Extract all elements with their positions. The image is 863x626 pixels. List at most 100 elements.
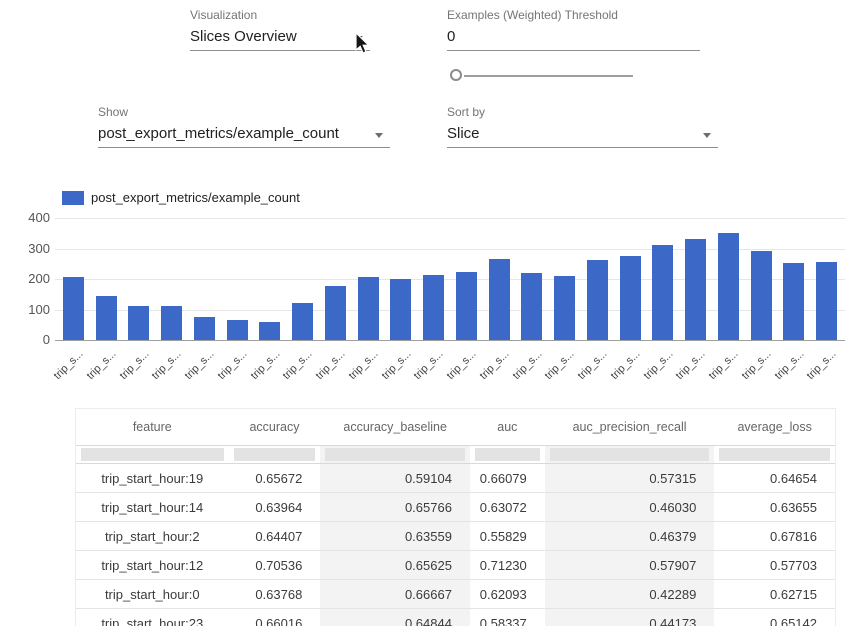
bar[interactable] [620, 256, 641, 340]
bar[interactable] [161, 306, 182, 340]
column-header-accuracy_baseline[interactable]: accuracy_baseline [320, 409, 470, 445]
bar[interactable] [423, 275, 444, 340]
column-header-auc[interactable]: auc [470, 409, 545, 445]
cell-auc_precision_recall: 0.46379 [545, 522, 715, 550]
cell-average_loss: 0.64654 [714, 464, 835, 492]
bar[interactable] [96, 296, 117, 340]
show-label: Show [98, 105, 390, 121]
filter-cell [545, 446, 715, 463]
mouse-cursor [353, 32, 371, 56]
cell-auc: 0.55829 [470, 522, 545, 550]
cell-auc: 0.63072 [470, 493, 545, 521]
cell-auc_precision_recall: 0.42289 [545, 580, 715, 608]
metrics-table: featureaccuracyaccuracy_baselineaucauc_p… [75, 408, 836, 626]
legend-label: post_export_metrics/example_count [91, 190, 300, 205]
threshold-slider[interactable] [450, 68, 635, 84]
bar[interactable] [292, 303, 313, 340]
bar[interactable] [456, 272, 477, 340]
example-count-bar-chart: 0100200300400 trip_s...trip_s...trip_s..… [20, 218, 855, 408]
plot-area [57, 218, 843, 340]
table-header-row: featureaccuracyaccuracy_baselineaucauc_p… [76, 409, 835, 446]
bar[interactable] [63, 277, 84, 340]
cell-average_loss: 0.65142 [714, 609, 835, 626]
y-axis-tick: 200 [18, 271, 50, 287]
table-row: trip_start_hour:230.660160.648440.583370… [76, 609, 835, 626]
cell-average_loss: 0.57703 [714, 551, 835, 579]
bar[interactable] [521, 273, 542, 340]
table-row: trip_start_hour:120.705360.656250.712300… [76, 551, 835, 580]
cell-accuracy: 0.65672 [229, 464, 321, 492]
bar[interactable] [816, 262, 837, 340]
column-header-auc_precision_recall[interactable]: auc_precision_recall [545, 409, 715, 445]
bar[interactable] [325, 286, 346, 340]
sort-by-control: Sort by Slice [447, 105, 718, 148]
table-row: trip_start_hour:190.656720.591040.660790… [76, 464, 835, 493]
cell-feature: trip_start_hour:0 [76, 580, 229, 608]
table-filter-row [76, 446, 835, 464]
cell-accuracy: 0.63768 [229, 580, 321, 608]
filter-input-feature[interactable] [81, 448, 224, 461]
y-axis-tick: 0 [18, 332, 50, 348]
filter-input-accuracy_baseline[interactable] [325, 448, 465, 461]
cell-accuracy_baseline: 0.65625 [320, 551, 470, 579]
cell-auc_precision_recall: 0.44173 [545, 609, 715, 626]
table-row: trip_start_hour:140.639640.657660.630720… [76, 493, 835, 522]
gridline [55, 218, 845, 219]
chart-legend: post_export_metrics/example_count [62, 190, 300, 205]
filter-input-accuracy[interactable] [234, 448, 316, 461]
bar[interactable] [685, 239, 706, 340]
bar[interactable] [783, 263, 804, 340]
sort-by-label: Sort by [447, 105, 718, 121]
filter-input-auc_precision_recall[interactable] [550, 448, 710, 461]
sort-by-value: Slice [447, 125, 480, 142]
cell-feature: trip_start_hour:2 [76, 522, 229, 550]
slider-knob[interactable] [450, 69, 462, 81]
bar[interactable] [554, 276, 575, 340]
chevron-down-icon[interactable] [703, 133, 711, 138]
column-header-accuracy[interactable]: accuracy [229, 409, 321, 445]
sort-by-dropdown[interactable]: Slice [447, 121, 718, 148]
bar[interactable] [587, 260, 608, 340]
cell-feature: trip_start_hour:23 [76, 609, 229, 626]
cell-accuracy: 0.64407 [229, 522, 321, 550]
filter-cell [470, 446, 545, 463]
threshold-input[interactable]: 0 [447, 24, 700, 51]
table-row: trip_start_hour:20.644070.635590.558290.… [76, 522, 835, 551]
table-body: trip_start_hour:190.656720.591040.660790… [76, 464, 835, 626]
bar[interactable] [652, 245, 673, 340]
cell-accuracy_baseline: 0.59104 [320, 464, 470, 492]
y-axis-tick: 400 [18, 210, 50, 226]
bar[interactable] [489, 259, 510, 340]
x-axis-line [55, 340, 845, 341]
filter-cell [76, 446, 229, 463]
column-header-average_loss[interactable]: average_loss [714, 409, 835, 445]
column-header-feature[interactable]: feature [76, 409, 229, 445]
cell-auc: 0.66079 [470, 464, 545, 492]
cell-accuracy_baseline: 0.64844 [320, 609, 470, 626]
cell-accuracy_baseline: 0.65766 [320, 493, 470, 521]
visualization-dropdown[interactable]: Slices Overview [190, 24, 370, 51]
bar[interactable] [358, 277, 379, 340]
threshold-label: Examples (Weighted) Threshold [447, 8, 700, 24]
bar[interactable] [718, 233, 739, 340]
y-axis-tick: 300 [18, 241, 50, 257]
cell-accuracy: 0.63964 [229, 493, 321, 521]
show-control: Show post_export_metrics/example_count [98, 105, 390, 148]
bar[interactable] [390, 279, 411, 340]
bar[interactable] [227, 320, 248, 340]
visualization-control: Visualization Slices Overview [190, 8, 370, 51]
bar[interactable] [259, 322, 280, 340]
bar[interactable] [194, 317, 215, 340]
bar[interactable] [751, 251, 772, 340]
slider-track[interactable] [464, 75, 633, 77]
cell-feature: trip_start_hour:12 [76, 551, 229, 579]
filter-input-average_loss[interactable] [719, 448, 830, 461]
bar[interactable] [128, 306, 149, 340]
cell-auc: 0.62093 [470, 580, 545, 608]
show-dropdown[interactable]: post_export_metrics/example_count [98, 121, 390, 148]
cell-auc_precision_recall: 0.46030 [545, 493, 715, 521]
cell-average_loss: 0.63655 [714, 493, 835, 521]
y-axis-tick: 100 [18, 302, 50, 318]
filter-input-auc[interactable] [475, 448, 540, 461]
chevron-down-icon[interactable] [375, 133, 383, 138]
